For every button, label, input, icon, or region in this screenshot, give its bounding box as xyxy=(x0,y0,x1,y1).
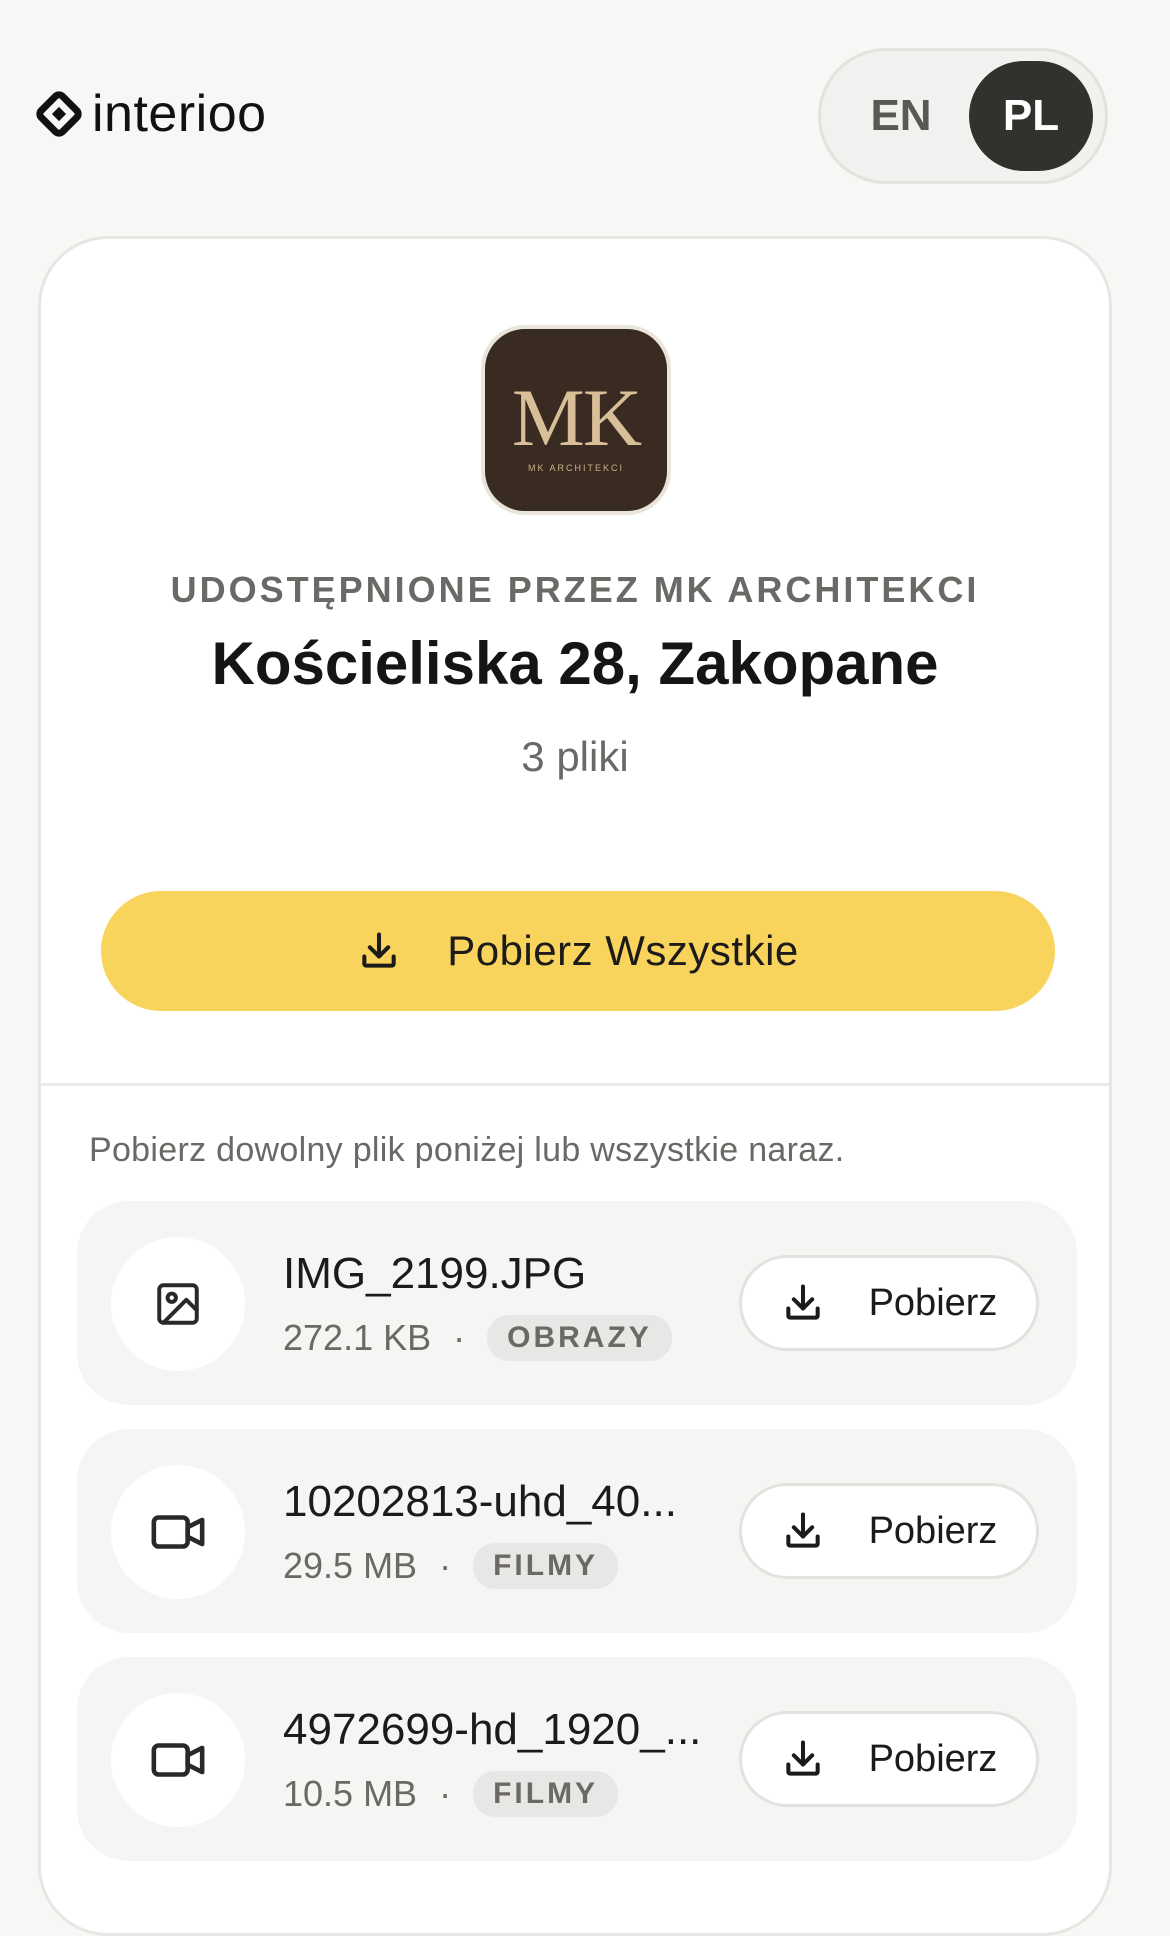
section-divider xyxy=(41,1083,1109,1086)
file-name: 4972699-hd_1920_... xyxy=(283,1705,702,1754)
file-name: IMG_2199.JPG xyxy=(283,1249,587,1298)
language-option-en[interactable]: EN xyxy=(835,61,967,171)
file-download-label: Pobierz xyxy=(868,1737,998,1780)
file-icon-container xyxy=(111,1465,245,1599)
file-count: 3 pliki xyxy=(521,733,629,780)
file-type-badge: FILMY xyxy=(473,1543,619,1589)
file-icon-container xyxy=(111,1237,245,1371)
file-meta: 29.5 MB · FILMY xyxy=(283,1543,619,1589)
file-meta: 272.1 KB · OBRAZY xyxy=(283,1315,672,1361)
share-card: MK MK ARCHITEKCI UDOSTĘPNIONE PRZEZ MK A… xyxy=(38,236,1112,1936)
download-icon xyxy=(781,1737,825,1781)
file-meta: 10.5 MB · FILMY xyxy=(283,1771,619,1817)
file-type-badge: OBRAZY xyxy=(487,1315,672,1361)
file-icon-container xyxy=(111,1693,245,1827)
download-icon xyxy=(357,929,401,973)
file-type-badge: FILMY xyxy=(473,1771,619,1817)
logo-text: interioo xyxy=(92,85,267,143)
interioo-logo[interactable]: interioo xyxy=(34,88,267,140)
video-icon xyxy=(149,1503,207,1561)
file-download-label: Pobierz xyxy=(868,1509,998,1552)
project-title: Kościeliska 28, Zakopane xyxy=(211,630,939,697)
shared-by-label: UDOSTĘPNIONE PRZEZ MK ARCHITEKCI xyxy=(170,569,980,610)
download-hint: Pobierz dowolny plik poniżej lub wszystk… xyxy=(89,1131,845,1169)
meta-separator: · xyxy=(439,1773,452,1814)
file-row: IMG_2199.JPG 272.1 KB · OBRAZY Pobierz xyxy=(77,1201,1077,1405)
video-icon xyxy=(149,1731,207,1789)
file-size: 10.5 MB xyxy=(283,1773,418,1814)
download-all-label: Pobierz Wszystkie xyxy=(447,927,799,974)
file-name: 10202813-uhd_40... xyxy=(283,1477,677,1526)
file-download-button[interactable]: Pobierz xyxy=(739,1483,1039,1579)
meta-separator: · xyxy=(453,1317,466,1358)
brand-logo: MK MK ARCHITEKCI xyxy=(481,325,671,515)
image-icon xyxy=(153,1279,203,1329)
logo-mark-icon xyxy=(34,89,84,139)
meta-separator: · xyxy=(439,1545,452,1586)
header: interioo EN PL xyxy=(0,0,1170,230)
language-switcher: EN PL xyxy=(818,48,1108,184)
language-option-pl[interactable]: PL xyxy=(969,61,1093,171)
download-icon xyxy=(781,1281,825,1325)
file-row: 4972699-hd_1920_... 10.5 MB · FILMY Pobi… xyxy=(77,1657,1077,1861)
download-all-button[interactable]: Pobierz Wszystkie xyxy=(101,891,1055,1011)
file-download-label: Pobierz xyxy=(868,1281,998,1324)
file-row: 10202813-uhd_40... 29.5 MB · FILMY Pobie… xyxy=(77,1429,1077,1633)
brand-logo-initials: MK xyxy=(511,372,642,463)
file-size: 272.1 KB xyxy=(283,1317,432,1358)
brand-logo-subtitle: MK ARCHITEKCI xyxy=(527,463,624,473)
download-icon xyxy=(781,1509,825,1553)
file-download-button[interactable]: Pobierz xyxy=(739,1711,1039,1807)
file-download-button[interactable]: Pobierz xyxy=(739,1255,1039,1351)
file-size: 29.5 MB xyxy=(283,1545,418,1586)
